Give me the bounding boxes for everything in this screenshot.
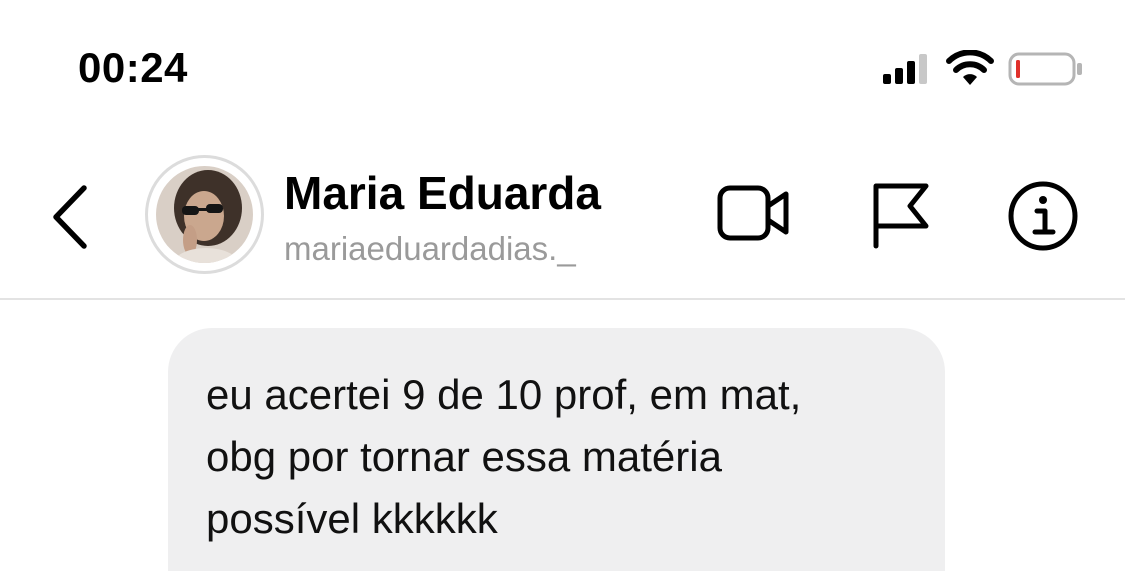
- profile-photo: [156, 166, 253, 263]
- contact-username[interactable]: mariaeduardadias._: [284, 230, 576, 268]
- flag-icon[interactable]: [870, 180, 932, 250]
- chat-header: Maria Eduarda mariaeduardadias._: [0, 130, 1125, 298]
- avatar[interactable]: [145, 155, 264, 274]
- status-time: 00:24: [78, 44, 188, 91]
- message-line: obg por tornar essa matéria: [206, 433, 722, 480]
- message-line: possível kkkkkk: [206, 495, 498, 542]
- video-camera-icon[interactable]: [716, 182, 792, 246]
- header-divider: [0, 298, 1125, 300]
- message-line: eu acertei 9 de 10 prof, em mat,: [206, 371, 802, 418]
- info-icon[interactable]: [1007, 180, 1079, 252]
- instagram-dm-screen: 00:24 Maria Eduarda mariaeduardadias._ e…: [0, 0, 1125, 571]
- cellular-signal-icon: [883, 54, 927, 84]
- status-bar: 00:24: [0, 0, 1125, 130]
- wifi-icon: [946, 50, 994, 85]
- contact-name[interactable]: Maria Eduarda: [284, 166, 601, 220]
- message-text: eu acertei 9 de 10 prof, em mat, obg por…: [206, 364, 926, 550]
- battery-icon: [1008, 52, 1082, 86]
- back-chevron-icon[interactable]: [48, 182, 96, 252]
- incoming-message-bubble[interactable]: eu acertei 9 de 10 prof, em mat, obg por…: [168, 328, 945, 571]
